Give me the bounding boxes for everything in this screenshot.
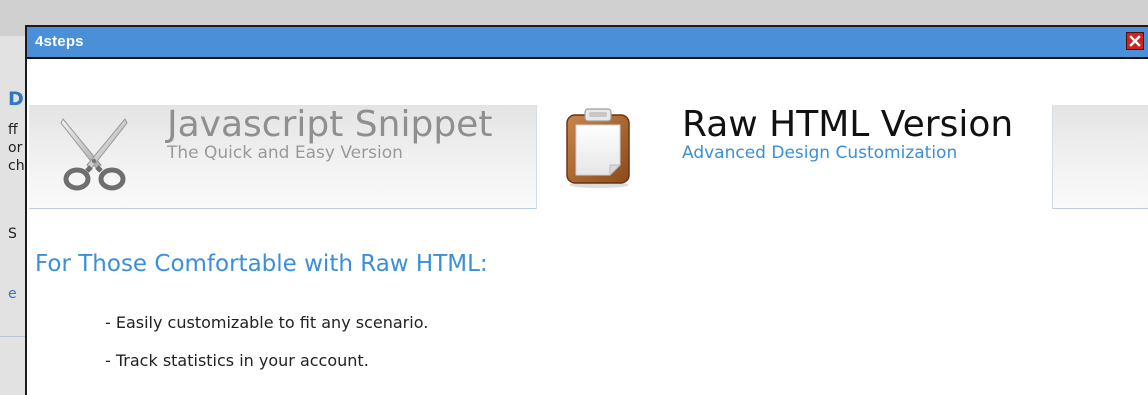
tab-javascript-snippet[interactable]: Javascript Snippet The Quick and Easy Ve… xyxy=(29,105,536,209)
feature-list-item: - Easily customizable to fit any scenari… xyxy=(105,313,429,332)
tab-title: Javascript Snippet xyxy=(167,104,493,145)
feature-list-item: - Track statistics in your account. xyxy=(105,351,369,370)
tab-content-panel: For Those Comfortable with Raw HTML: - E… xyxy=(27,209,1148,395)
tab-subtitle: The Quick and Easy Version xyxy=(167,143,403,163)
background-text-fragment: S xyxy=(8,226,17,242)
clipboard-icon xyxy=(566,108,630,188)
background-divider xyxy=(0,336,26,337)
background-link-fragment[interactable]: e xyxy=(8,286,17,302)
dialog-window: 4steps Javascript Snippet The Quick and … xyxy=(25,25,1148,395)
dialog-titlebar[interactable]: 4steps xyxy=(27,27,1148,59)
background-text-fragment: or xyxy=(8,140,23,156)
background-text-fragment: ch xyxy=(8,158,25,174)
close-button[interactable] xyxy=(1126,32,1144,50)
dialog-title: 4steps xyxy=(35,33,84,50)
tab-subtitle: Advanced Design Customization xyxy=(682,143,958,163)
tab-raw-html-version[interactable]: Raw HTML Version Advanced Design Customi… xyxy=(536,105,1053,209)
content-heading: For Those Comfortable with Raw HTML: xyxy=(35,251,488,277)
close-icon xyxy=(1129,35,1141,47)
background-page: D ff or ch S e xyxy=(0,36,26,395)
tab-strip-filler xyxy=(1053,105,1148,209)
scissors-icon xyxy=(60,118,128,191)
background-text-fragment: D xyxy=(8,88,24,110)
tab-strip: Javascript Snippet The Quick and Easy Ve… xyxy=(27,59,1148,209)
background-text-fragment: ff xyxy=(8,122,18,138)
tab-title: Raw HTML Version xyxy=(682,104,1014,145)
